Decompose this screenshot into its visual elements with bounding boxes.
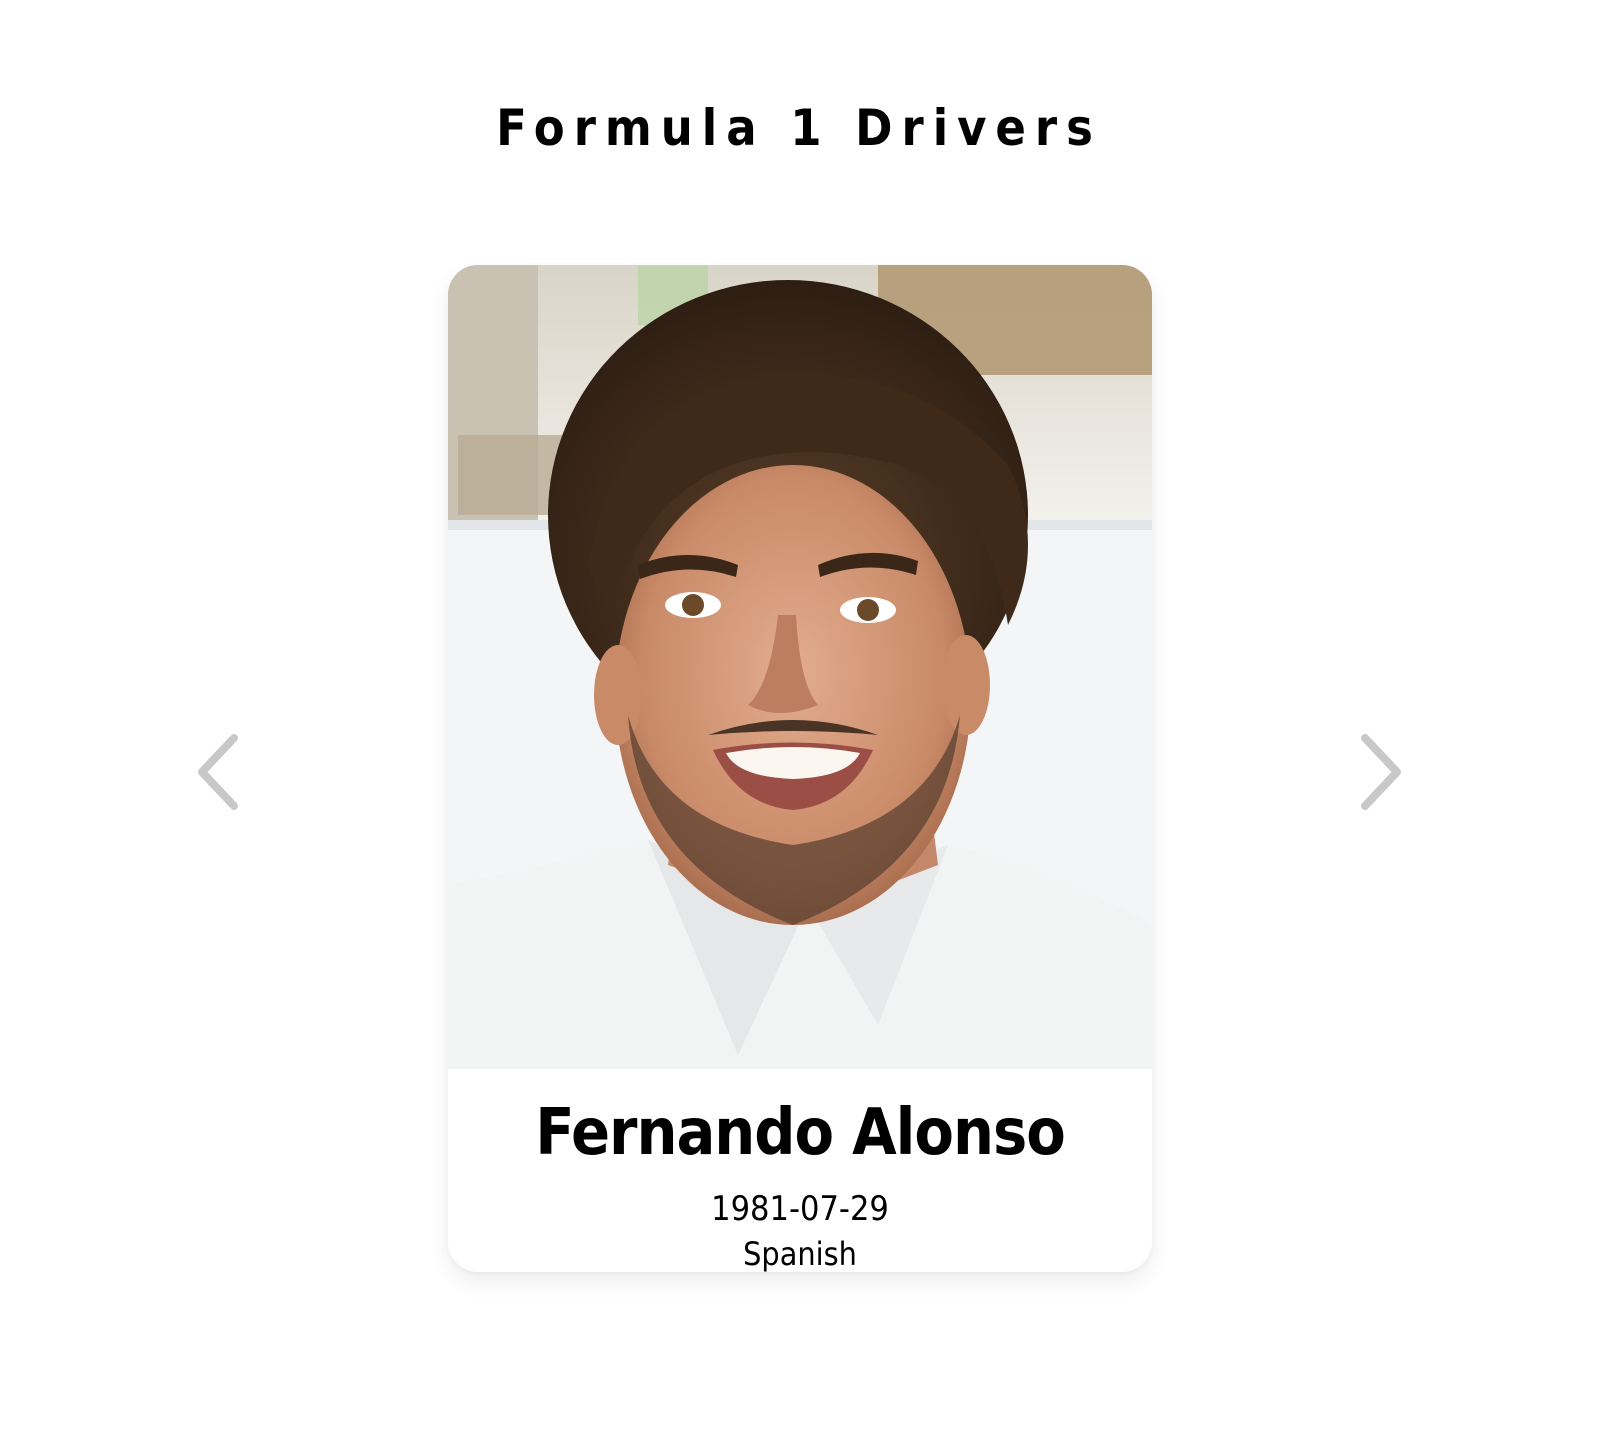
driver-photo — [448, 265, 1152, 1069]
driver-nationality: Spanish — [743, 1235, 857, 1272]
carousel-prev-button[interactable] — [192, 730, 252, 814]
driver-date-of-birth: 1981-07-29 — [711, 1189, 889, 1229]
chevron-right-icon — [1361, 734, 1401, 810]
carousel-next-button[interactable] — [1347, 730, 1407, 814]
driver-info: Fernando Alonso 1981-07-29 Spanish — [448, 1069, 1152, 1272]
chevron-left-icon — [198, 734, 238, 810]
page-title: Formula 1 Drivers — [496, 99, 1102, 157]
driver-name: Fernando Alonso — [535, 1096, 1066, 1170]
driver-card: Fernando Alonso 1981-07-29 Spanish — [448, 265, 1152, 1272]
